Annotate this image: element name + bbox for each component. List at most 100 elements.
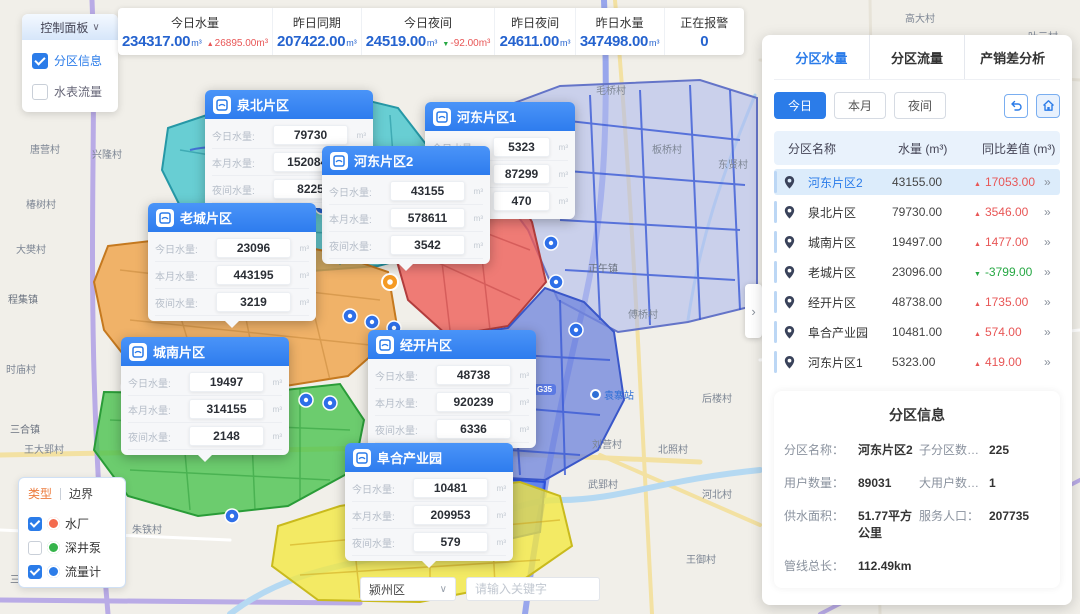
partition-info-card: 分区信息 分区名称： 河东片区2 子分区数… 225 用户数量： 89031 大… — [774, 391, 1060, 588]
legend-item-flowmeter[interactable]: 流量计 — [28, 563, 116, 580]
popup-value: 5323 — [493, 137, 550, 157]
table-row-hedong2[interactable]: 河东片区2 43155.00 ▲17053.00 » — [774, 169, 1060, 195]
alarm-marker[interactable] — [382, 274, 398, 290]
control-panel-header[interactable]: 控制面板 ∨ — [22, 14, 118, 40]
row-detail-arrow[interactable]: » — [1044, 265, 1060, 279]
popup-header: 泉北片区 — [205, 90, 373, 119]
chevron-down-icon: ∨ — [440, 584, 447, 595]
water-meter-icon — [376, 336, 394, 354]
delta-cell: ▲17053.00 — [974, 175, 1044, 189]
popup-header: 河东片区1 — [425, 102, 575, 131]
undo-button[interactable] — [1004, 94, 1028, 118]
home-button[interactable] — [1036, 94, 1060, 118]
table-row-jingkai[interactable]: 经开片区 48738.00 ▲1735.00 » — [774, 289, 1060, 315]
up-arrow-icon: ▲ — [974, 301, 981, 308]
district-popup-hedong2: 河东片区2 今日水量:43155m³ 本月水量:578611m³ 夜间水量:35… — [322, 146, 490, 264]
map-label: 程集镇 — [8, 291, 38, 306]
checkbox-checked-icon[interactable] — [32, 53, 48, 69]
water-meter-icon — [213, 96, 231, 114]
table-header: 分区名称 水量 (m³) 同比差值 (m³) — [774, 131, 1060, 165]
map-label: 王大郢村 — [24, 441, 64, 456]
popup-value: 6336 — [436, 419, 511, 439]
filter-today-button[interactable]: 今日 — [774, 92, 826, 119]
legend-tab-boundary[interactable]: 边界 — [69, 485, 93, 502]
table-row-fuhe[interactable]: 阜合产业园 10481.00 ▲574.00 » — [774, 319, 1060, 345]
delta-cell: ▼-3799.00 — [974, 265, 1044, 279]
legend-tab-type[interactable]: 类型 — [28, 485, 52, 502]
popup-value: 48738 — [436, 365, 511, 385]
popup-pointer — [224, 320, 240, 328]
district-pin-icon — [782, 265, 808, 280]
checkbox-checked-icon[interactable] — [28, 565, 42, 579]
district-pin-icon — [782, 175, 808, 190]
popup-value: 87299 — [493, 164, 550, 184]
stats-bar: 今日水量 234317.00 m³ ▲26895.00m³ 昨日同期 20742… — [118, 8, 744, 55]
district-pin-icon — [782, 295, 808, 310]
table-row-chengnan[interactable]: 城南片区 19497.00 ▲1477.00 » — [774, 229, 1060, 255]
flow-meter-pin-icon — [47, 565, 60, 578]
row-detail-arrow[interactable]: » — [1044, 355, 1060, 369]
row-detail-arrow[interactable]: » — [1044, 175, 1060, 189]
map-label: 时庙村 — [6, 361, 36, 376]
map-label: 大樊村 — [16, 241, 46, 256]
table-row-hedong1[interactable]: 河东片区1 5323.00 ▲419.00 » — [774, 349, 1060, 375]
row-detail-arrow[interactable]: » — [1044, 205, 1060, 219]
district-pin-icon — [782, 355, 808, 370]
chevron-right-icon: › — [751, 304, 755, 319]
map-search-input[interactable] — [466, 577, 600, 601]
partition-info-title: 分区信息 — [784, 405, 1050, 425]
up-arrow-icon: ▲ — [974, 331, 981, 338]
down-arrow-icon: ▼ — [442, 41, 449, 48]
layer-toggle-partition-info[interactable]: 分区信息 — [32, 52, 108, 69]
legend-item-deepwell[interactable]: 深井泵 — [28, 539, 116, 556]
filter-month-button[interactable]: 本月 — [834, 92, 886, 119]
divider — [60, 488, 61, 500]
stat-today-volume: 今日水量 234317.00 m³ ▲26895.00m³ — [118, 8, 272, 55]
control-panel: 控制面板 ∨ 分区信息 水表流量 — [22, 14, 118, 112]
tab-nrw-analysis[interactable]: 产销差分析 — [964, 35, 1060, 79]
map-label: 高大村 — [905, 10, 935, 25]
district-select[interactable]: 颍州区 ∨ — [360, 577, 456, 601]
popup-value: 10481 — [413, 478, 488, 498]
water-meter-icon — [129, 343, 147, 361]
right-panel: 分区水量 分区流量 产销差分析 今日 本月 夜间 分区名称 水量 (m³) 同比… — [762, 35, 1072, 605]
checkbox-unchecked-icon[interactable] — [28, 541, 42, 555]
water-meter-icon — [433, 108, 451, 126]
popup-value: 23096 — [216, 238, 291, 258]
water-meter-icon — [330, 152, 348, 170]
map-label: 板桥村 — [652, 141, 682, 156]
tab-partition-volume[interactable]: 分区水量 — [774, 35, 869, 79]
undo-icon — [1010, 99, 1023, 112]
popup-header: 老城片区 — [148, 203, 316, 232]
delta-cell: ▲574.00 — [974, 325, 1044, 339]
popup-pointer — [421, 560, 437, 568]
table-row-quanbei[interactable]: 泉北片区 79730.00 ▲3546.00 » — [774, 199, 1060, 225]
layer-toggle-meter-flow[interactable]: 水表流量 — [32, 83, 108, 100]
popup-value: 3542 — [390, 235, 465, 255]
panel-collapse-button[interactable]: › — [745, 284, 762, 338]
popup-value: 470 — [493, 191, 550, 211]
checkbox-checked-icon[interactable] — [28, 517, 42, 531]
row-detail-arrow[interactable]: » — [1044, 325, 1060, 339]
legend-item-waterplant[interactable]: 水厂 — [28, 515, 116, 532]
table-row-laocheng[interactable]: 老城片区 23096.00 ▼-3799.00 » — [774, 259, 1060, 285]
map-label: 东贤村 — [718, 156, 748, 171]
row-detail-arrow[interactable]: » — [1044, 235, 1060, 249]
map-label: 傅桥村 — [628, 306, 658, 321]
stat-yesterday-same: 昨日同期 207422.00 m³ — [272, 8, 361, 55]
row-detail-arrow[interactable]: » — [1044, 295, 1060, 309]
tab-partition-flow[interactable]: 分区流量 — [869, 35, 965, 79]
popup-value: 19497 — [189, 372, 264, 392]
up-arrow-icon: ▲ — [974, 241, 981, 248]
stat-alarms: 正在报警 0 — [664, 8, 744, 55]
stat-tonight: 今日夜间 24519.00 m³ ▼-92.00m³ — [361, 8, 495, 55]
popup-value: 2148 — [189, 426, 264, 446]
delta-cell: ▲419.00 — [974, 355, 1044, 369]
map-search-box — [466, 577, 600, 601]
checkbox-unchecked-icon[interactable] — [32, 84, 48, 100]
popup-header: 经开片区 — [368, 330, 536, 359]
filter-night-button[interactable]: 夜间 — [894, 92, 946, 119]
up-arrow-icon: ▲ — [974, 211, 981, 218]
map-label: 兴隆村 — [92, 146, 122, 161]
popup-header: 河东片区2 — [322, 146, 490, 175]
